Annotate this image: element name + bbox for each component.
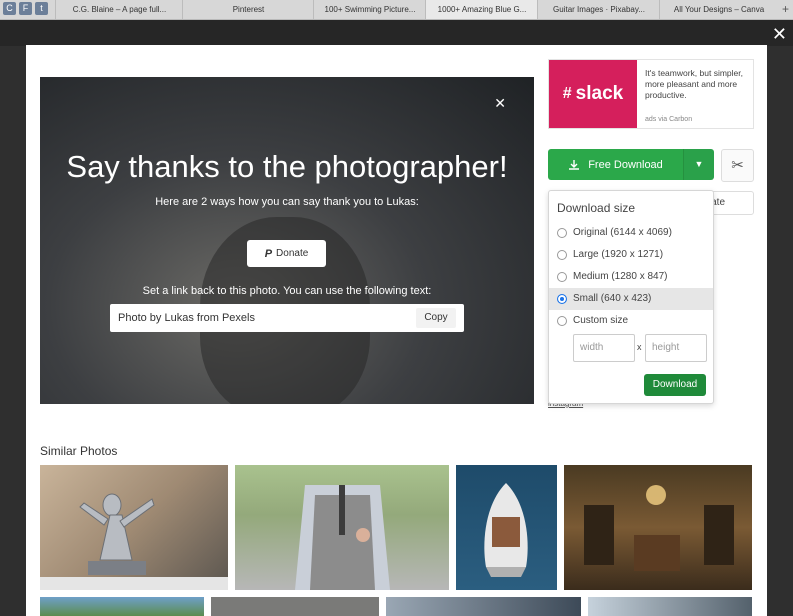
size-option[interactable]: Large (1920 x 1271) (549, 244, 713, 266)
browser-tab[interactable]: C.G. Blaine – A page full... (55, 0, 183, 19)
new-tab-icon[interactable]: + (782, 0, 789, 19)
credit-textarea[interactable]: Photo by Lukas from Pexels Copy (110, 304, 464, 332)
size-option-label: Original (6144 x 4069) (573, 227, 672, 238)
slack-icon: # (562, 85, 572, 102)
radio-button-selected[interactable] (557, 294, 567, 304)
overlay-close-icon[interactable]: ✕ (494, 95, 506, 112)
photo-preview: ✕ Say thanks to the photographer! Here a… (40, 77, 534, 404)
similar-photo[interactable] (235, 465, 449, 590)
pinned-tab-icon[interactable]: F (19, 2, 32, 15)
browser-tab[interactable]: All Your Designs – Canva (659, 0, 778, 19)
size-option-selected[interactable]: Small (640 x 423) (549, 288, 713, 310)
browser-tab[interactable]: Pinterest (182, 0, 314, 19)
boat-photo (484, 483, 528, 577)
thanks-title: Say thanks to the photographer! (66, 149, 508, 184)
size-option[interactable]: Medium (1280 x 847) (549, 266, 713, 288)
mascot-figure (40, 493, 228, 590)
radio-button[interactable] (557, 316, 567, 326)
dropdown-title: Download size (557, 201, 636, 215)
radio-button[interactable] (557, 250, 567, 260)
similar-photos-heading: Similar Photos (40, 444, 118, 458)
paypal-donate-button[interactable]: P Donate (247, 240, 326, 267)
paypal-icon: P (264, 247, 273, 260)
man-in-vest (295, 485, 390, 590)
radio-button[interactable] (557, 228, 567, 238)
similar-photo[interactable] (564, 465, 752, 590)
pinned-tabs: C F t (3, 2, 48, 15)
size-separator: x (637, 342, 642, 352)
browser-tab[interactable]: Guitar Images · Pixabay... (537, 0, 660, 19)
carbon-ad[interactable]: # slack It's teamwork, but simpler, more… (548, 59, 754, 129)
similar-photo[interactable] (40, 597, 204, 616)
donate-label: Donate (276, 248, 309, 259)
pinned-tab-icon[interactable]: t (35, 2, 48, 15)
dimmed-page-header (0, 20, 793, 46)
ad-copy: It's teamwork, but simpler, more pleasan… (645, 68, 743, 100)
browser-tab-bar: C F t C.G. Blaine – A page full... Pinte… (0, 0, 793, 20)
dropdown-download-button[interactable]: Download (644, 374, 706, 396)
copy-button[interactable]: Copy (416, 308, 456, 328)
free-download-label: Free Download (588, 158, 663, 171)
size-option-label: Small (640 x 423) (573, 293, 652, 304)
ad-via[interactable]: ads via Carbon (645, 116, 692, 123)
slack-logo: # slack (549, 60, 637, 128)
photo-modal: ✕ Say thanks to the photographer! Here a… (26, 45, 767, 616)
download-icon (569, 159, 580, 170)
size-option-label: Medium (1280 x 847) (573, 271, 668, 282)
ornate-room (584, 485, 734, 571)
similar-photo[interactable] (211, 597, 379, 616)
slack-wordmark: slack (575, 83, 624, 104)
height-input[interactable]: height (645, 334, 707, 362)
edit-tools-icon[interactable]: ✂ (721, 149, 754, 182)
download-options-toggle[interactable]: ▼ (683, 149, 714, 180)
pinned-tab-icon[interactable]: C (3, 2, 16, 15)
radio-button[interactable] (557, 272, 567, 282)
size-option-label: Custom size (573, 315, 629, 326)
similar-photo[interactable] (456, 465, 557, 590)
thanks-subtitle: Here are 2 ways how you can say thank yo… (155, 196, 419, 208)
free-download-button[interactable]: Free Download (548, 149, 683, 180)
close-icon[interactable]: ✕ (772, 25, 787, 43)
similar-photo[interactable] (588, 597, 752, 616)
size-option[interactable]: Original (6144 x 4069) (549, 222, 713, 244)
size-option-label: Large (1920 x 1271) (573, 249, 664, 260)
credit-text: Photo by Lukas from Pexels (118, 312, 255, 324)
similar-photo[interactable] (40, 465, 228, 590)
browser-tab[interactable]: 100+ Swimming Picture... (313, 0, 426, 19)
browser-tab-active[interactable]: 1000+ Amazing Blue G... (425, 0, 538, 19)
size-option[interactable]: Custom size (549, 310, 713, 332)
download-size-dropdown: Download size Original (6144 x 4069) Lar… (548, 190, 714, 404)
similar-photo[interactable] (386, 597, 581, 616)
link-instruction: Set a link back to this photo. You can u… (142, 285, 432, 297)
width-input[interactable]: width (573, 334, 635, 362)
